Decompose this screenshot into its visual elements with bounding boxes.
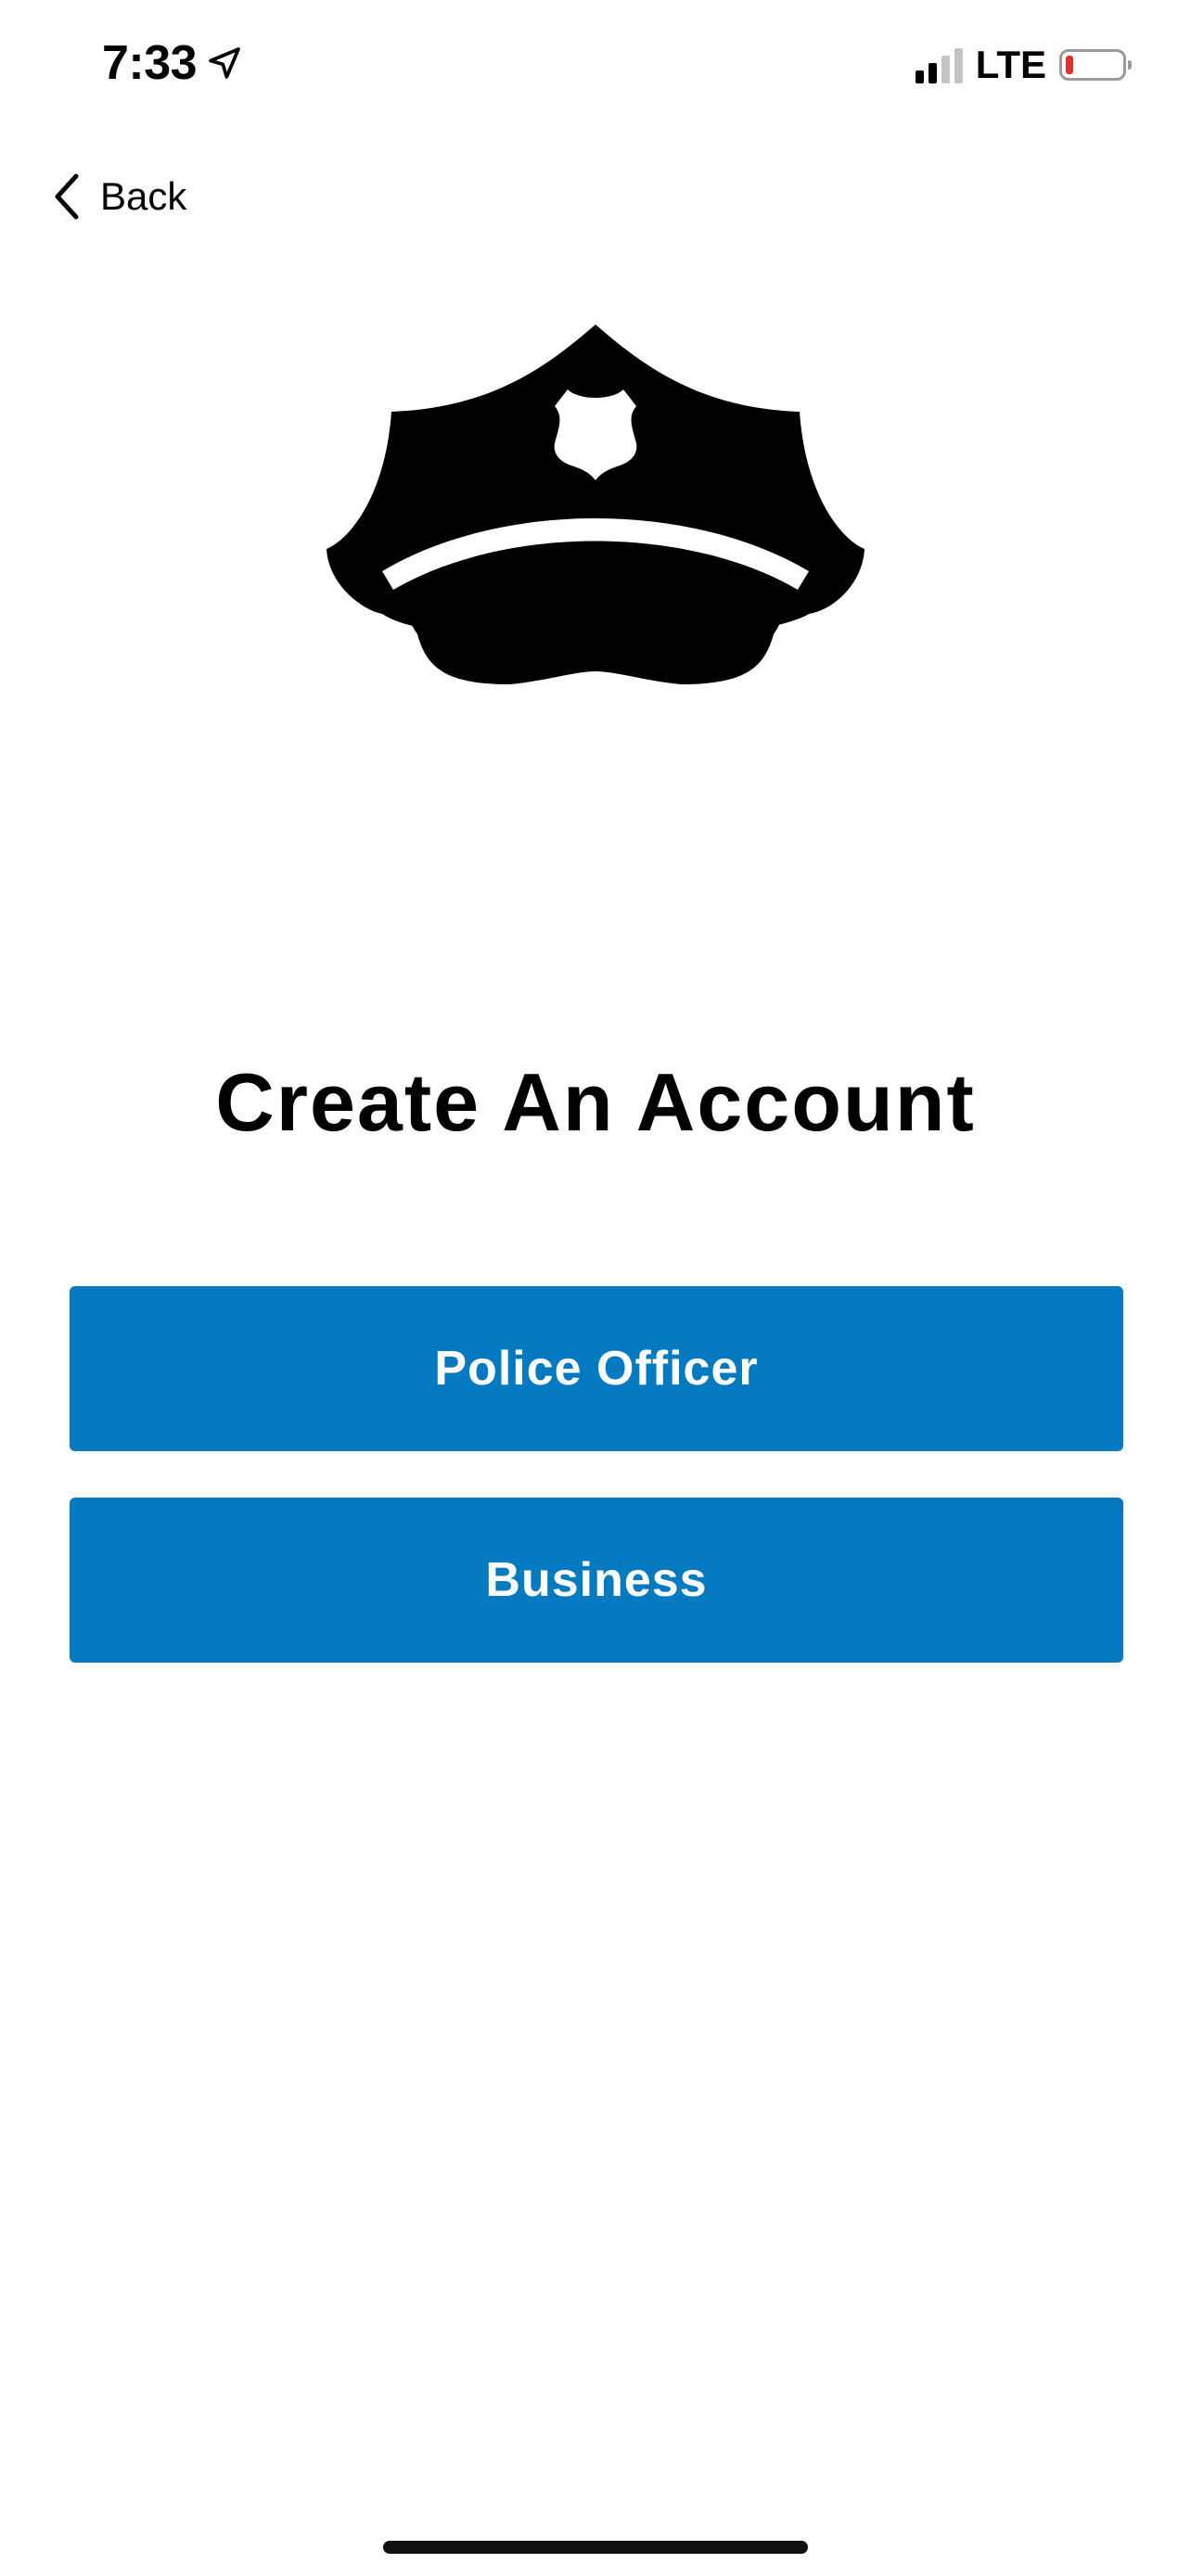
home-indicator[interactable] xyxy=(383,2541,808,2554)
business-button[interactable]: Business xyxy=(70,1498,1123,1663)
status-time: 7:33 xyxy=(102,35,243,91)
police-officer-button-label: Police Officer xyxy=(434,1342,759,1396)
back-button[interactable]: Back xyxy=(52,172,186,221)
back-label: Back xyxy=(100,174,187,218)
location-arrow-icon xyxy=(209,47,240,79)
signal-icon xyxy=(915,46,963,83)
page-title: Create An Account xyxy=(215,1056,976,1148)
police-officer-button[interactable]: Police Officer xyxy=(70,1286,1123,1451)
status-time-text: 7:33 xyxy=(102,36,198,90)
network-label: LTE xyxy=(975,43,1046,86)
battery-icon xyxy=(1059,49,1132,81)
chevron-left-icon xyxy=(55,173,79,220)
status-indicators: LTE xyxy=(915,43,1132,87)
business-button-label: Business xyxy=(485,1553,708,1607)
police-hat-icon xyxy=(327,325,864,684)
